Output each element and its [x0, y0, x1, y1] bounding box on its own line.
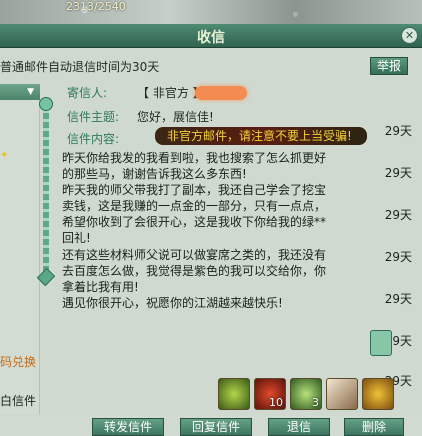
subject-label: 信件主题: — [67, 110, 120, 124]
window-title: 收信 — [197, 30, 225, 46]
content-label: 信件内容: — [67, 132, 120, 146]
close-icon[interactable]: ✕ — [401, 27, 418, 44]
mail-days-left[interactable]: 29天 — [385, 122, 412, 139]
herb-item-icon[interactable] — [218, 378, 250, 410]
redacted-sender-name — [195, 86, 247, 100]
jade-chain-ornament — [43, 104, 49, 276]
green-gourd-item-icon[interactable]: 3 — [290, 378, 322, 410]
unofficial-mail-warning: 非官方邮件，请注意不要上当受骗! — [155, 127, 367, 145]
sender-label: 寄信人: — [67, 86, 108, 100]
game-background — [0, 0, 422, 24]
jade-bead-icon — [39, 97, 53, 111]
red-meat-item-icon[interactable]: 10 — [254, 378, 286, 410]
delete-mail-button[interactable]: 删除 — [344, 418, 404, 436]
forward-mail-button[interactable]: 转发信件 — [92, 418, 164, 436]
mail-body: 昨天你给我发的我看到啦，我也搜索了怎么抓更好 的那些马，谢谢告诉我这么多东西! … — [62, 151, 327, 310]
auto-return-notice: 普通邮件自动退信时间为30天 — [0, 60, 160, 74]
sort-arrow-icon[interactable]: ▼ — [27, 87, 34, 97]
gold-chest-item-icon[interactable] — [362, 378, 394, 410]
mail-list-footer: 白信件 — [0, 394, 37, 408]
mail-list-header: ▼ — [0, 84, 40, 100]
report-button[interactable]: 举报 — [370, 57, 408, 75]
feather-item-icon[interactable] — [326, 378, 358, 410]
return-mail-button[interactable]: 退信 — [268, 418, 330, 436]
jade-box-icon — [370, 330, 392, 356]
resource-counter: 2313/2540 — [66, 0, 126, 13]
subject-value: 您好，展信佳! — [137, 110, 214, 124]
redeem-code-entry[interactable]: 码兑换 — [0, 353, 36, 370]
unread-marker-icon: ✦ — [0, 150, 9, 161]
reply-mail-button[interactable]: 回复信件 — [180, 418, 252, 436]
title-bar: 收信 ✕ — [0, 24, 422, 48]
